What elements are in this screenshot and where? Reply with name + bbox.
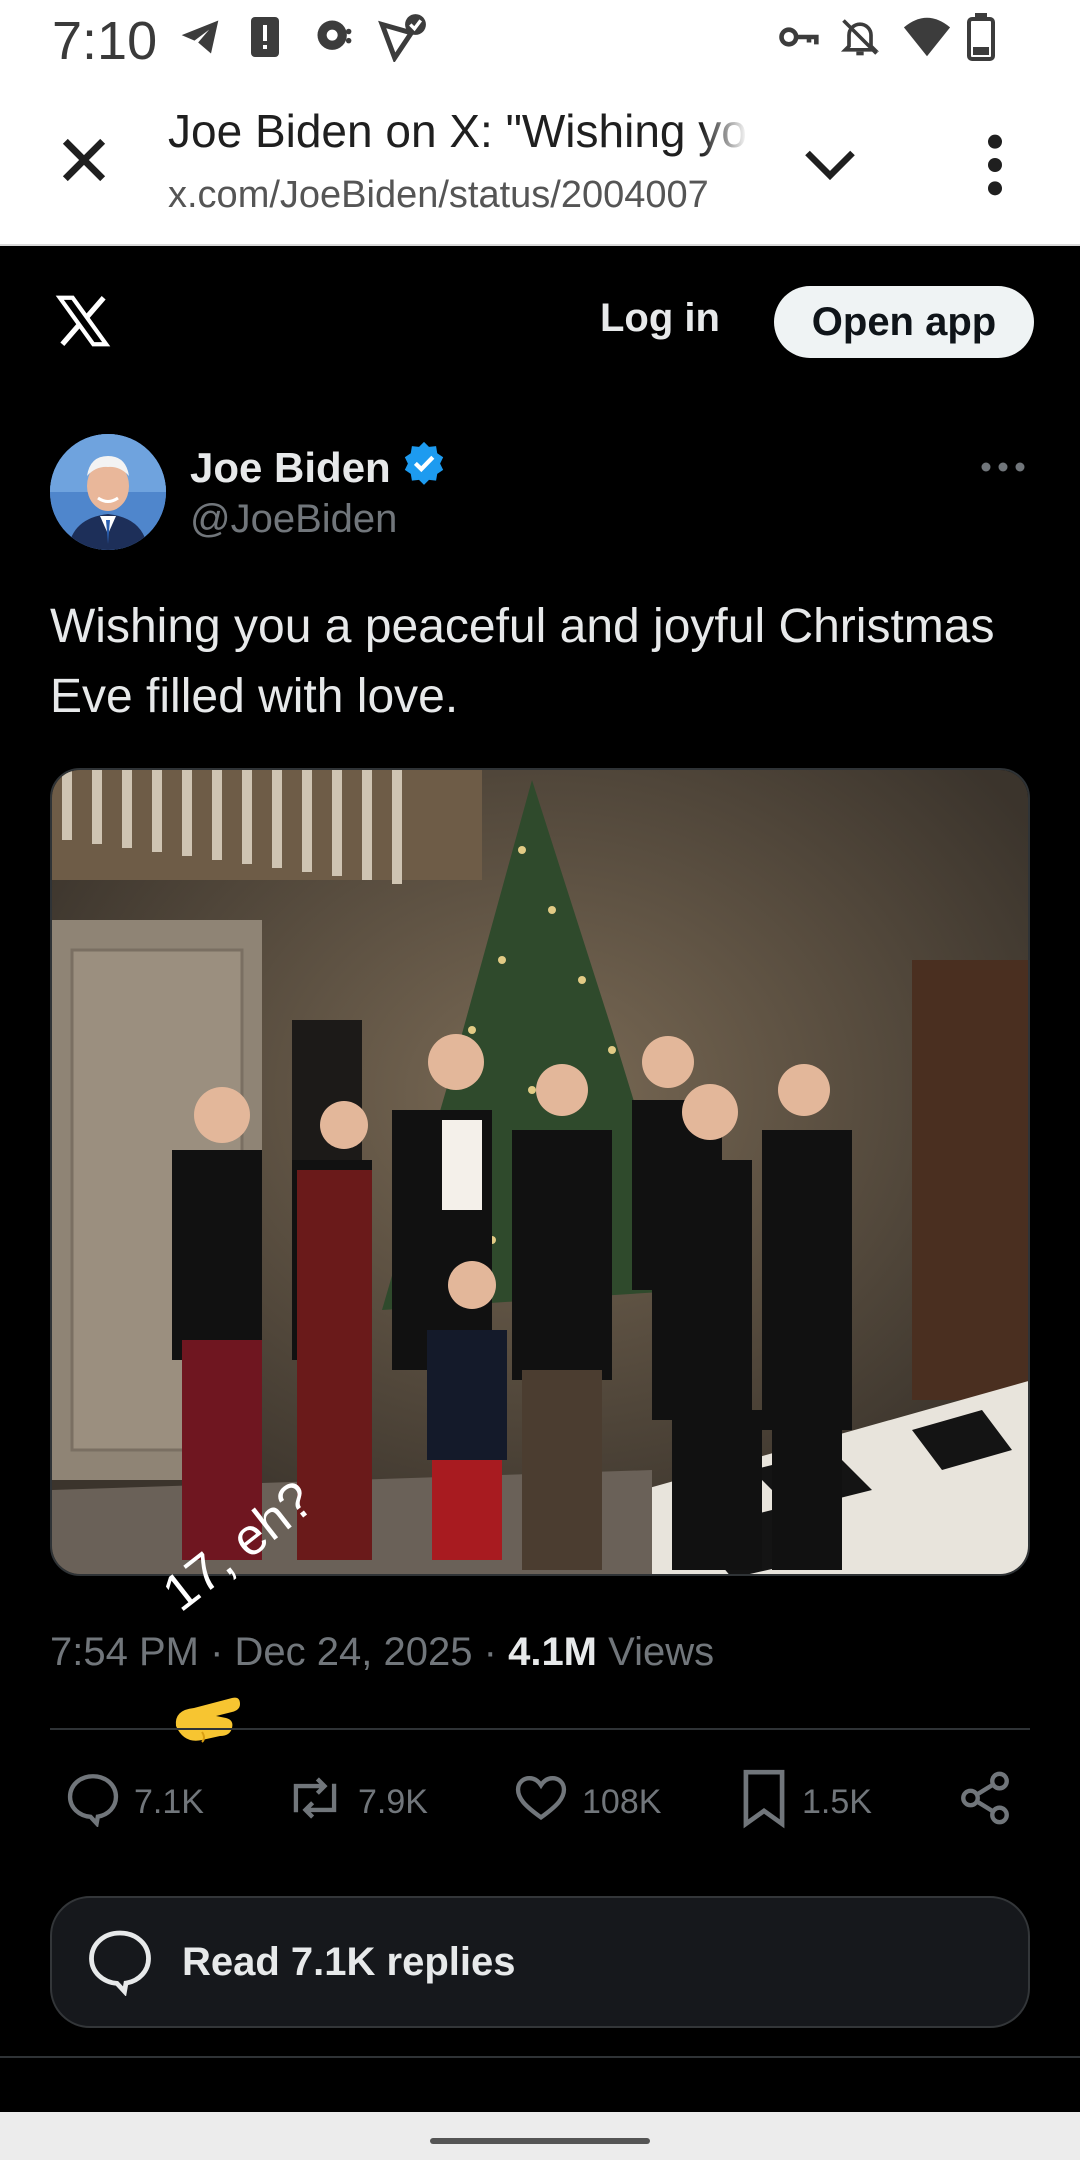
repost-icon [284,1769,346,1836]
repost-count: 7.9K [358,1782,428,1821]
pointing-hand-icon [172,1692,258,1752]
like-button[interactable]: 108K [512,1770,661,1834]
bookmark-icon [738,1767,790,1838]
page-url[interactable]: x.com/JoeBiden/status/2004007 [168,174,748,217]
reply-icon [64,1769,122,1836]
speech-icon [312,12,356,62]
author-handle[interactable]: @JoeBiden [190,497,397,542]
avatar[interactable] [50,434,166,550]
reply-button[interactable]: 7.1K [64,1770,204,1834]
home-gesture-handle[interactable] [430,2138,650,2144]
wifi-icon [902,12,952,62]
close-tab-icon[interactable] [52,128,116,192]
like-count: 108K [582,1782,662,1821]
share-icon [956,1769,1014,1836]
page-title: Joe Biden on X: "Wishing you a peaceful … [168,105,748,157]
divider [0,2056,1080,2058]
open-app-button[interactable]: Open app [774,286,1034,358]
verified-badge-icon [401,440,447,496]
read-replies-button[interactable]: Read 7.1K replies [50,1896,1030,2028]
reply-count: 7.1K [134,1782,204,1821]
bookmark-count: 1.5K [802,1782,872,1821]
status-time: 7:10 [52,11,158,71]
overflow-menu-icon[interactable] [980,130,1010,200]
author-name[interactable]: Joe Biden [190,440,447,496]
navigation-bar [0,2112,1080,2160]
x-logo-icon[interactable] [52,290,114,352]
post-time[interactable]: 7:54 PM [50,1630,199,1674]
status-bar: 7:10 [0,0,1080,78]
post-date[interactable]: Dec 24, 2025 [235,1630,473,1674]
meta-separator: · [483,1630,497,1674]
bookmark-button[interactable]: 1.5K [738,1769,872,1834]
alert-icon [248,12,282,62]
read-replies-label: Read 7.1K replies [182,1939,516,1984]
views-label: Views [608,1630,715,1674]
log-in-link[interactable]: Log in [600,296,720,341]
views-count: 4.1M [508,1630,598,1674]
reply-bubble-icon [82,1924,158,2001]
share-button[interactable] [956,1770,1014,1834]
battery-icon [966,12,996,62]
heart-icon [512,1769,570,1836]
send-check-icon [378,12,428,62]
telegram-icon [178,12,222,62]
vpn-key-icon [776,12,820,62]
repost-button[interactable]: 7.9K [284,1770,428,1834]
notifications-off-icon [838,12,882,62]
chevron-down-icon[interactable] [800,138,860,188]
meta-separator: · [210,1630,224,1674]
more-options-icon[interactable] [980,460,1026,472]
post-text: Wishing you a peaceful and joyful Christ… [50,600,995,723]
post-meta: 7:54 PM · Dec 24, 2025 · 4.1M Views [50,1630,714,1675]
author-name-text[interactable]: Joe Biden [190,444,391,492]
custom-tab-toolbar: Joe Biden on X: "Wishing you a peaceful … [0,78,1080,246]
post-photo[interactable] [50,768,1030,1576]
divider [50,1728,1030,1730]
